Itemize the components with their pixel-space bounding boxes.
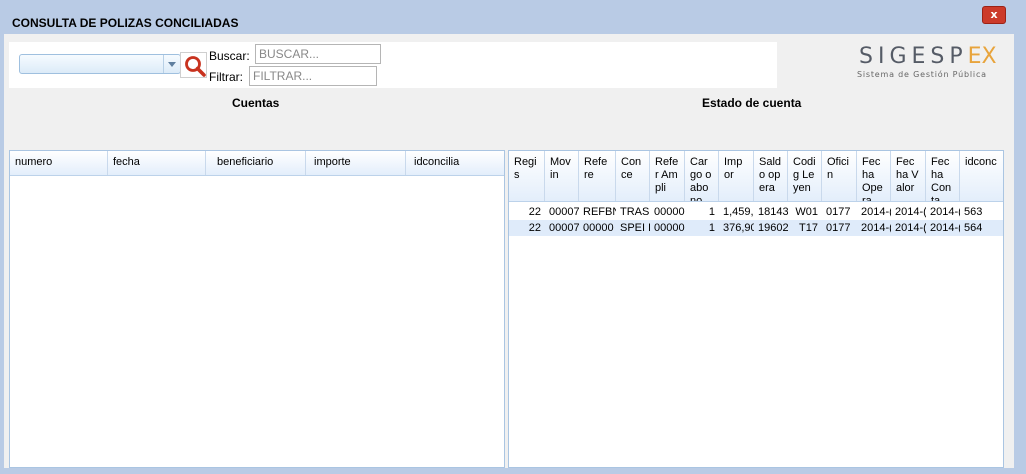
table-cell: 564 [964, 222, 983, 234]
estado-cuenta-title: Estado de cuenta [702, 96, 802, 110]
logo-text: SIGESPEX [859, 44, 997, 69]
cuentas-title: Cuentas [232, 96, 280, 110]
estado-col-idconcilia[interactable]: idconc [960, 151, 1003, 201]
estado-col-importe[interactable]: Impor [719, 151, 754, 201]
estado-col-saldo-operativo[interactable]: Saldo opera [754, 151, 788, 201]
estado-col-referencia[interactable]: Refere [579, 151, 616, 201]
table-cell: 19602 [758, 222, 788, 234]
estado-grid-header: Regis Movin Refere Conce Refer Ampli Car… [509, 151, 1003, 202]
cuentas-col-numero[interactable]: numero [10, 151, 108, 175]
table-cell: 00007 [549, 222, 579, 234]
cuentas-col-beneficiario[interactable]: beneficiario [206, 151, 306, 175]
dialog-window: CONSULTA DE POLIZAS CONCILIADAS x Buscar… [0, 0, 1018, 470]
chevron-down-icon [168, 62, 176, 67]
table-row[interactable]: 22 00007 REFBN TRASP 00000 1 1,459, 1814… [509, 204, 1003, 220]
sigesp-logo: SIGESPEX Sistema de Gestión Pública [847, 42, 997, 84]
estado-col-codigo-leyenda[interactable]: Codig Leyen [788, 151, 822, 201]
buscar-label: Buscar: [209, 49, 250, 63]
table-cell: 2014-( [930, 206, 960, 218]
table-cell: TRASP [620, 206, 650, 218]
cuentas-col-idconcilia[interactable]: idconcilia [406, 151, 504, 175]
filter-combo[interactable] [19, 54, 181, 74]
table-cell: W01 [795, 206, 818, 218]
table-cell: 1 [708, 206, 715, 218]
filtrar-input[interactable] [249, 66, 377, 86]
estado-col-concepto[interactable]: Conce [616, 151, 650, 201]
table-cell: 18143 [758, 206, 788, 218]
search-icon [185, 56, 206, 77]
cuentas-col-importe[interactable]: importe [306, 151, 406, 175]
estado-col-movimiento[interactable]: Movin [545, 151, 579, 201]
cuentas-col-fecha[interactable]: fecha [108, 151, 206, 175]
table-cell: 1,459, [723, 206, 754, 218]
estado-col-cargo-abono[interactable]: Cargo o abono [685, 151, 719, 201]
table-cell: 00007 [549, 206, 579, 218]
logo-mark: EX [967, 44, 997, 69]
estado-col-fecha-operacion[interactable]: Fecha Opera [857, 151, 891, 201]
estado-col-referencia-ampliada[interactable]: Refer Ampli [650, 151, 685, 201]
filtrar-label: Filtrar: [209, 70, 243, 84]
table-cell: 22 [528, 206, 541, 218]
table-cell: SPEI E [620, 222, 650, 234]
search-toolbar: Buscar: Filtrar: [9, 42, 777, 88]
cuentas-grid: numero fecha beneficiario importe idconc… [9, 150, 505, 468]
table-cell: 0177 [826, 206, 851, 218]
table-cell: 00000 [654, 206, 685, 218]
table-cell: 00000 [583, 222, 614, 234]
table-cell: 563 [964, 206, 983, 218]
combo-dropdown-arrow[interactable] [163, 55, 180, 73]
estado-cuenta-grid: Regis Movin Refere Conce Refer Ampli Car… [508, 150, 1004, 468]
logo-main-text: SIGESP [859, 44, 968, 69]
table-cell: 376,90 [723, 222, 754, 234]
estado-col-oficina[interactable]: Oficin [822, 151, 857, 201]
window-title: CONSULTA DE POLIZAS CONCILIADAS [12, 16, 239, 30]
table-cell: REFBN [583, 206, 616, 218]
title-bar[interactable]: CONSULTA DE POLIZAS CONCILIADAS x [0, 0, 1018, 34]
table-cell: 1 [708, 222, 715, 234]
table-cell: 00000 [654, 222, 685, 234]
table-cell: 2014-( [930, 222, 960, 234]
cuentas-grid-header: numero fecha beneficiario importe idconc… [10, 151, 504, 176]
table-row[interactable]: 22 00007 00000 SPEI E 00000 1 376,90 196… [509, 220, 1003, 236]
table-cell: 2014-( [895, 206, 926, 218]
estado-col-fecha-contable[interactable]: Fecha Conta [926, 151, 960, 201]
estado-col-registro[interactable]: Regis [509, 151, 545, 201]
table-cell: 2014-( [861, 222, 891, 234]
close-button[interactable]: x [982, 6, 1006, 24]
dialog-content: Buscar: Filtrar: SIGESPEX Sistema de Ges… [4, 34, 1014, 468]
table-cell: 0177 [826, 222, 851, 234]
table-cell: T17 [799, 222, 818, 234]
logo-subtitle: Sistema de Gestión Pública [857, 70, 987, 79]
estado-col-fecha-valor[interactable]: Fecha Valor [891, 151, 926, 201]
table-cell: 2014-( [895, 222, 926, 234]
table-cell: 2014-( [861, 206, 891, 218]
table-cell: 22 [528, 222, 541, 234]
search-button[interactable] [180, 52, 207, 78]
buscar-input[interactable] [255, 44, 381, 64]
